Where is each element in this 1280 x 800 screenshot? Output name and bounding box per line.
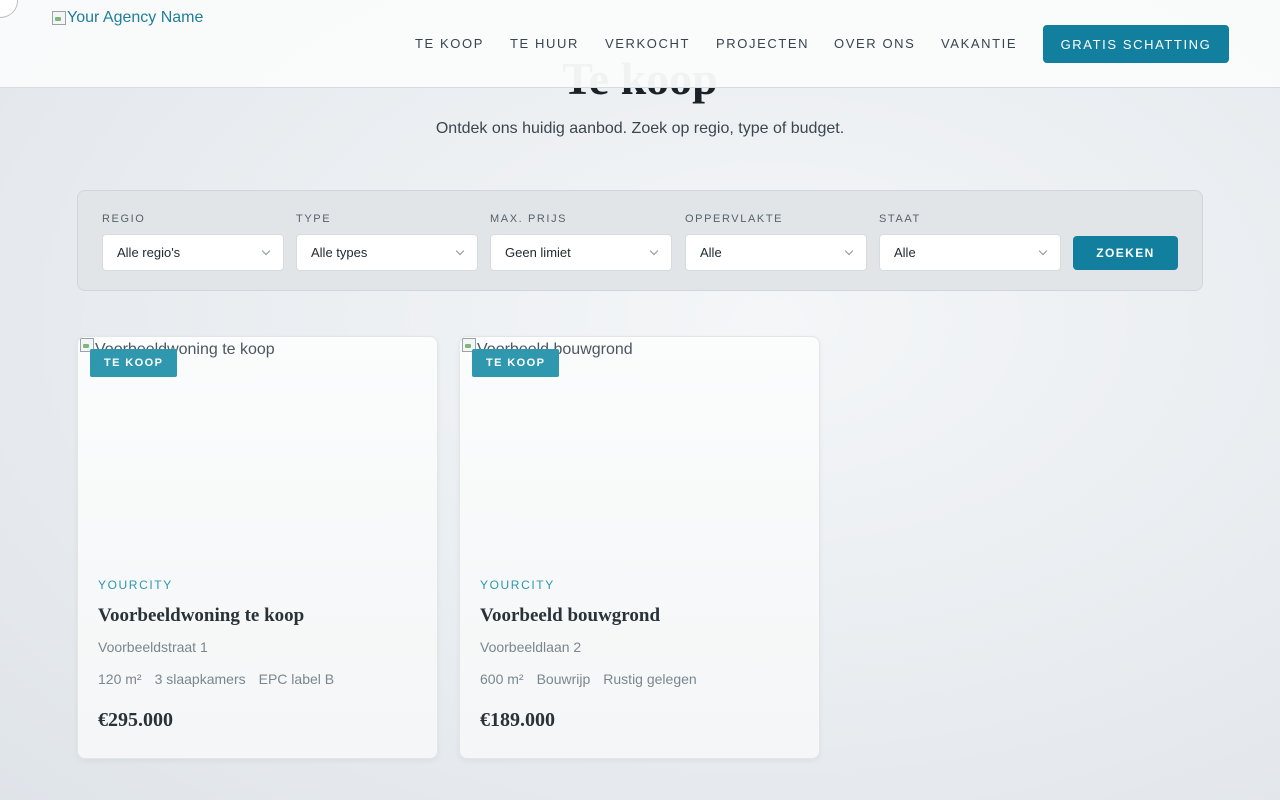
- free-valuation-button[interactable]: GRATIS SCHATTING: [1043, 25, 1229, 63]
- status-badge: TE KOOP: [90, 349, 178, 377]
- chevron-down-icon: [844, 246, 854, 256]
- search-filter-panel: REGIO Alle regio's TYPE Alle types MAX. …: [77, 190, 1203, 291]
- max-price-select[interactable]: Geen limiet: [490, 234, 672, 271]
- filter-max-prijs: MAX. PRIJS Geen limiet: [490, 213, 672, 271]
- listing-title[interactable]: Voorbeeld bouwgrond: [480, 605, 660, 627]
- chevron-down-icon: [1038, 246, 1048, 256]
- select-value: Alle: [894, 245, 916, 260]
- select-value: Alle types: [311, 245, 368, 260]
- nav-item-projecten[interactable]: PROJECTEN: [716, 36, 809, 51]
- listing-address: Voorbeeldlaan 2: [480, 639, 582, 655]
- select-value: Geen limiet: [505, 245, 571, 260]
- listing-city: YOURCITY: [98, 578, 173, 592]
- listing-price: €295.000: [98, 709, 173, 731]
- listing-price: €189.000: [480, 709, 555, 731]
- feature-item: 120 m²: [98, 671, 142, 687]
- filter-label: OPPERVLAKTE: [685, 213, 784, 225]
- chevron-down-icon: [261, 246, 271, 256]
- listing-city: YOURCITY: [480, 578, 555, 592]
- status-badge: TE KOOP: [472, 349, 560, 377]
- filter-label: MAX. PRIJS: [490, 213, 568, 225]
- chevron-down-icon: [455, 246, 465, 256]
- feature-item: EPC label B: [258, 671, 335, 687]
- nav-item-te-huur[interactable]: TE HUUR: [510, 36, 579, 51]
- condition-select[interactable]: Alle: [879, 234, 1061, 271]
- nav-item-vakantie[interactable]: VAKANTIE: [941, 36, 1017, 51]
- listing-title[interactable]: Voorbeeldwoning te koop: [98, 605, 304, 627]
- listing-card[interactable]: Voorbeeld bouwgrond TE KOOP YOURCITY Voo…: [459, 336, 820, 759]
- filter-type: TYPE Alle types: [296, 213, 478, 271]
- chevron-down-icon: [649, 246, 659, 256]
- agency-logo[interactable]: Your Agency Name: [51, 9, 203, 27]
- filter-regio: REGIO Alle regio's: [102, 213, 284, 271]
- type-select[interactable]: Alle types: [296, 234, 478, 271]
- filter-oppervlakte: OPPERVLAKTE Alle: [685, 213, 867, 271]
- listing-card[interactable]: Voorbeeldwoning te koop TE KOOP YOURCITY…: [77, 336, 438, 759]
- site-header: Your Agency Name TE KOOP TE HUUR VERKOCH…: [0, 0, 1280, 88]
- listing-features: 600 m² Bouwrijp Rustig gelegen: [480, 671, 697, 687]
- nav-item-te-koop[interactable]: TE KOOP: [415, 36, 484, 51]
- scroll-indicator[interactable]: [0, 0, 18, 18]
- listing-features: 120 m² 3 slaapkamers EPC label B: [98, 671, 334, 687]
- filter-label: REGIO: [102, 213, 146, 225]
- feature-item: Rustig gelegen: [603, 671, 697, 687]
- filter-label: TYPE: [296, 213, 332, 225]
- select-value: Alle: [700, 245, 722, 260]
- nav-item-verkocht[interactable]: VERKOCHT: [605, 36, 690, 51]
- filter-label: STAAT: [879, 213, 921, 225]
- feature-item: 600 m²: [480, 671, 524, 687]
- select-value: Alle regio's: [117, 245, 181, 260]
- listing-address: Voorbeeldstraat 1: [98, 639, 208, 655]
- broken-image-icon: [51, 10, 67, 26]
- filter-staat: STAAT Alle: [879, 213, 1061, 271]
- logo-alt-text: Your Agency Name: [67, 9, 204, 26]
- search-button[interactable]: ZOEKEN: [1073, 236, 1178, 270]
- page-subtitle: Ontdek ons huidig aanbod. Zoek op regio,…: [435, 120, 845, 137]
- surface-select[interactable]: Alle: [685, 234, 867, 271]
- regio-select[interactable]: Alle regio's: [102, 234, 284, 271]
- feature-item: Bouwrijp: [536, 671, 591, 687]
- feature-item: 3 slaapkamers: [154, 671, 246, 687]
- nav-item-over-ons[interactable]: OVER ONS: [834, 36, 915, 51]
